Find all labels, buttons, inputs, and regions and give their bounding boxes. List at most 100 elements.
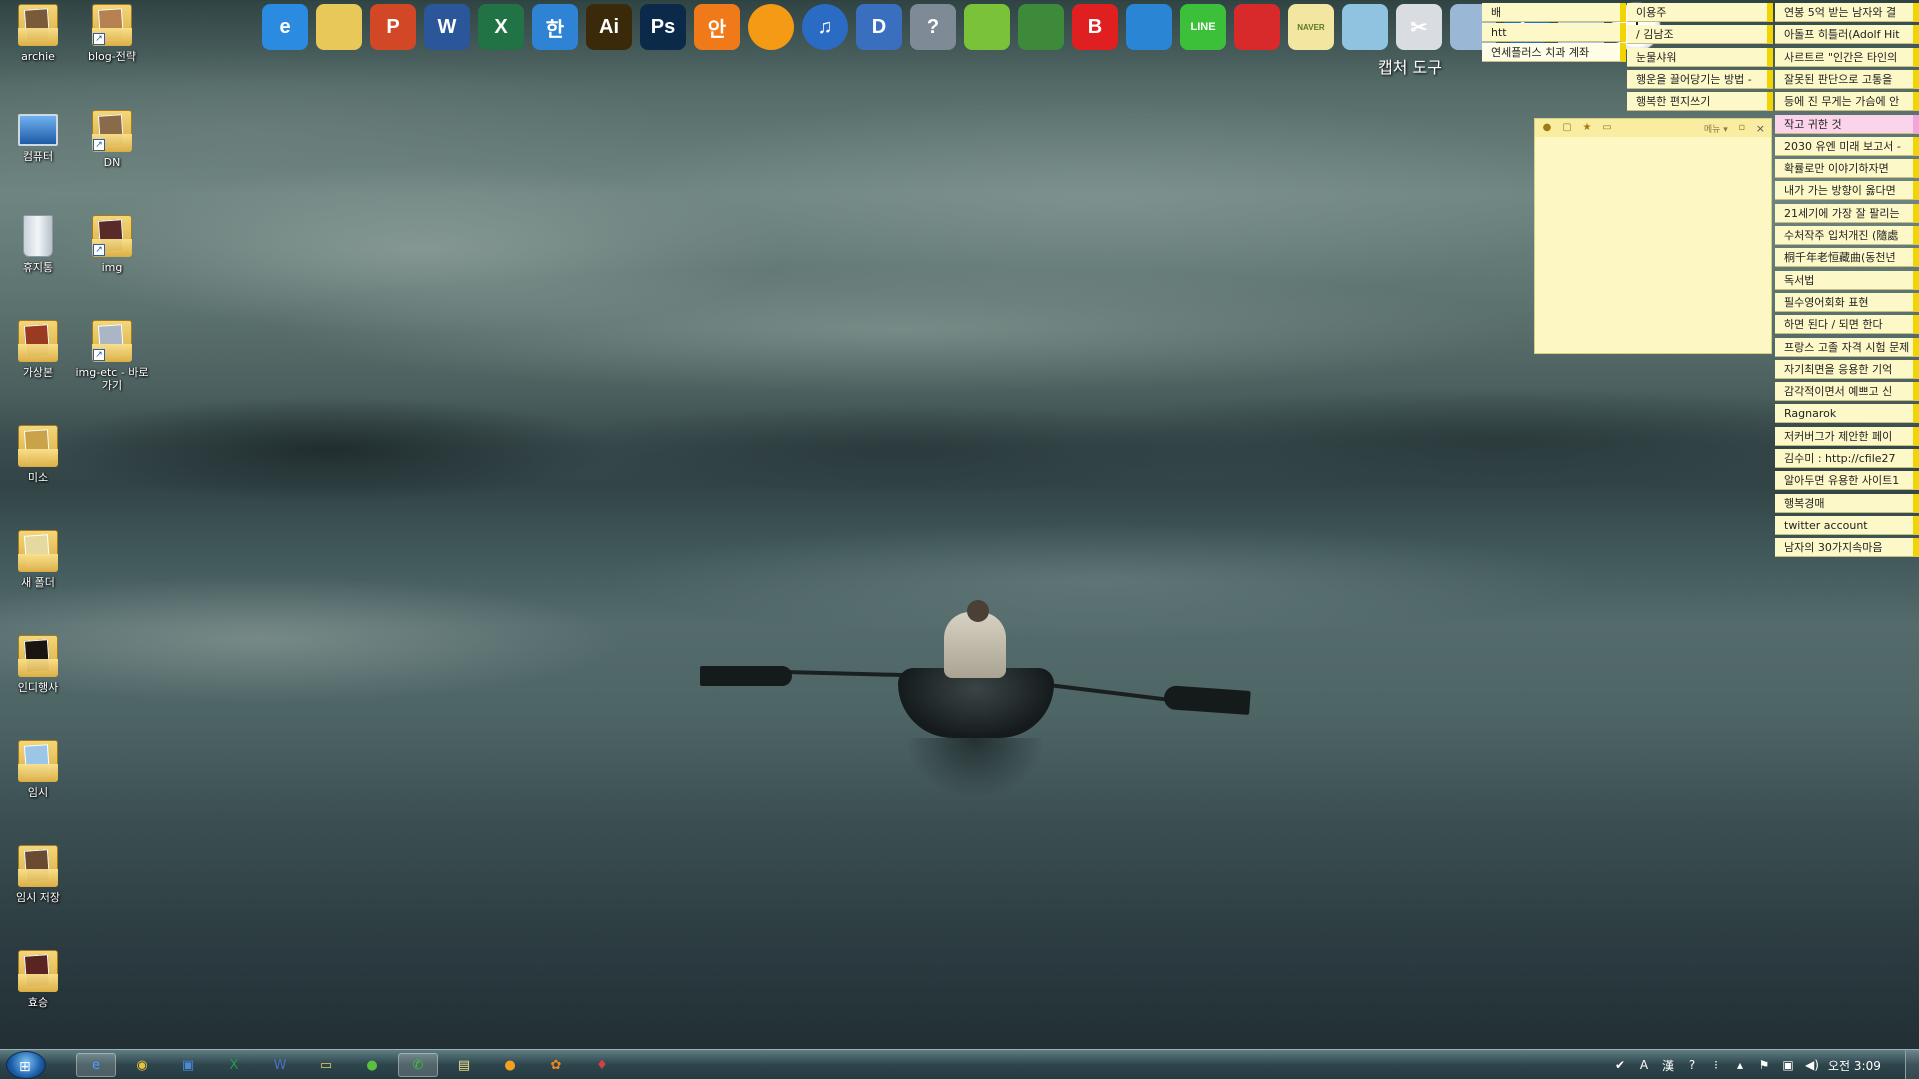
magnifier-icon[interactable]: ?: [910, 4, 956, 50]
desktop-icon[interactable]: 휴지통: [1, 215, 75, 274]
sticky-menu-button[interactable]: 메뉴 ▾: [1704, 122, 1728, 135]
sticky-note-item[interactable]: 알아두면 유용한 사이트1: [1775, 471, 1919, 491]
player-taskbar-button[interactable]: ●: [490, 1053, 530, 1077]
folder-icon[interactable]: ▭: [1601, 122, 1613, 134]
excel-taskbar-button[interactable]: X: [214, 1053, 254, 1077]
show-desktop-button[interactable]: [1905, 1050, 1919, 1079]
volume-icon[interactable]: ◀): [1804, 1058, 1820, 1072]
desktop-icon[interactable]: 가상본: [1, 320, 75, 379]
ime-mode-indicator[interactable]: A: [1636, 1058, 1652, 1072]
media-player-icon[interactable]: [748, 4, 794, 50]
kakao-taskbar-button[interactable]: ✆: [398, 1053, 438, 1077]
sticky-note-item[interactable]: 행복경매: [1775, 493, 1919, 513]
frog-app-icon[interactable]: [964, 4, 1010, 50]
desktop-icon[interactable]: 임시: [1, 740, 75, 799]
owl-app-icon[interactable]: [1234, 4, 1280, 50]
naver-memo-icon[interactable]: NAVER: [1288, 4, 1334, 50]
evernote-icon[interactable]: [1018, 4, 1064, 50]
start-button[interactable]: ⊞: [6, 1051, 46, 1079]
ie-taskbar-button[interactable]: e: [76, 1053, 116, 1077]
desktop-icon[interactable]: 효승: [1, 950, 75, 1009]
desktop-icon[interactable]: ↗ DN: [75, 110, 149, 169]
taskbar-clock[interactable]: 오전 3:09: [1828, 1057, 1881, 1074]
sticky-note-item[interactable]: 필수영어회화 표현: [1775, 292, 1919, 312]
file-explorer-icon[interactable]: [316, 4, 362, 50]
bandizip-icon[interactable]: B: [1072, 4, 1118, 50]
ime-settings-icon[interactable]: ⁝: [1708, 1058, 1724, 1072]
ime-help-icon[interactable]: ?: [1684, 1058, 1700, 1072]
sticky-note-item[interactable]: 등에 진 무게는 가슴에 안: [1775, 92, 1919, 112]
internet-explorer-icon[interactable]: e: [262, 4, 308, 50]
green-app-taskbar-button[interactable]: ●: [352, 1053, 392, 1077]
sticky-note-item[interactable]: htt: [1482, 23, 1626, 42]
sticky-note-item[interactable]: 독서법: [1775, 270, 1919, 290]
desktop-icon[interactable]: 컴퓨터: [1, 110, 75, 163]
sticky-note-item[interactable]: twitter account: [1775, 515, 1919, 535]
sticky-note-item[interactable]: 연봉 5억 받는 남자와 결: [1775, 3, 1919, 22]
sticky-note-item[interactable]: 프랑스 고졸 자격 시험 문제: [1775, 337, 1919, 357]
hangul-icon[interactable]: 한: [532, 4, 578, 50]
eraser-icon[interactable]: [1342, 4, 1388, 50]
show-hidden-icons-icon[interactable]: ▴: [1732, 1058, 1748, 1072]
sticky-note-item[interactable]: / 김남조: [1627, 25, 1773, 45]
photoshop-icon[interactable]: Ps: [640, 4, 686, 50]
video-editor-icon[interactable]: D: [856, 4, 902, 50]
orange-app-taskbar-button[interactable]: ✿: [536, 1053, 576, 1077]
network-icon[interactable]: ▣: [1780, 1058, 1796, 1072]
sticky-note-item[interactable]: 감각적이면서 예쁘고 신: [1775, 382, 1919, 402]
desktop-icon[interactable]: ↗ img: [75, 215, 149, 274]
explorer-taskbar-button[interactable]: ▭: [306, 1053, 346, 1077]
sticky-note-item[interactable]: 아돌프 히틀러(Adolf Hit: [1775, 25, 1919, 45]
restore-icon[interactable]: ▫: [1736, 122, 1748, 134]
sticky-note-item[interactable]: Ragnarok: [1775, 404, 1919, 424]
line-icon[interactable]: LINE: [1180, 4, 1226, 50]
ahnlab-icon[interactable]: 안: [694, 4, 740, 50]
app-blue-taskbar-button[interactable]: ▣: [168, 1053, 208, 1077]
new-note-icon[interactable]: ▢: [1561, 122, 1573, 134]
itunes-icon[interactable]: ♫: [802, 4, 848, 50]
desktop-icon[interactable]: ↗ blog-전략: [75, 4, 149, 63]
desktop-icon[interactable]: archie: [1, 4, 75, 63]
hanja-indicator[interactable]: 漢: [1660, 1057, 1676, 1074]
sticky-note-item[interactable]: 행복한 편지쓰기: [1627, 92, 1773, 112]
sticky-note-item[interactable]: 배: [1482, 3, 1626, 22]
desktop-icon[interactable]: 미소: [1, 425, 75, 484]
illustrator-icon[interactable]: Ai: [586, 4, 632, 50]
sticky-note-item[interactable]: 눈물샤워: [1627, 47, 1773, 67]
sticky-note-item[interactable]: 桐千年老恒藏曲(동천년: [1775, 248, 1919, 268]
capture-tool-label[interactable]: 캡처 도구: [1378, 54, 1442, 78]
sticky-note-item[interactable]: 자기최면을 응용한 기억: [1775, 359, 1919, 379]
sticky-note-item[interactable]: 내가 가는 방향이 옳다면: [1775, 181, 1919, 201]
sticky-note-item[interactable]: 작고 귀한 것: [1775, 114, 1919, 134]
desktop-icon[interactable]: ↗ img-etc - 바로 가기: [75, 320, 149, 392]
search-icon[interactable]: ●: [1541, 122, 1553, 134]
sticky-note-item[interactable]: 2030 유엔 미래 보고서 -: [1775, 136, 1919, 156]
word-icon[interactable]: W: [424, 4, 470, 50]
close-icon[interactable]: ×: [1756, 122, 1765, 135]
desktop-icon[interactable]: 임시 저장: [1, 845, 75, 904]
sticky-note-item[interactable]: 이용주: [1627, 3, 1773, 22]
shield-icon[interactable]: ✔: [1612, 1058, 1628, 1072]
sticky-note-item[interactable]: 사르트르 "인간은 타인의: [1775, 47, 1919, 67]
chrome-taskbar-button[interactable]: ◉: [122, 1053, 162, 1077]
star-icon[interactable]: ★: [1581, 122, 1593, 134]
desktop-icon[interactable]: 인디행사: [1, 635, 75, 694]
sticky-note-panel[interactable]: ● ▢ ★ ▭ 메뉴 ▾ ▫ ×: [1534, 118, 1772, 354]
capture-tool-icon[interactable]: ✂: [1396, 4, 1442, 50]
excel-icon[interactable]: X: [478, 4, 524, 50]
puzzle-icon[interactable]: [1126, 4, 1172, 50]
sticky-note-item[interactable]: 연세플러스 치과 계좌: [1482, 43, 1626, 62]
sticky-note-item[interactable]: 저커버그가 제안한 페이: [1775, 426, 1919, 446]
sticky-note-item[interactable]: 행운을 끌어당기는 방법 -: [1627, 69, 1773, 89]
powerpoint-icon[interactable]: P: [370, 4, 416, 50]
red-app-taskbar-button[interactable]: ♦: [582, 1053, 622, 1077]
sticky-note-item[interactable]: 김수미 : http://cfile27: [1775, 449, 1919, 468]
desktop-icon[interactable]: 새 폴더: [1, 530, 75, 589]
sticky-note-item[interactable]: 하면 된다 / 되면 한다: [1775, 315, 1919, 335]
sticky-note-item[interactable]: 21세기에 가장 잘 팔리는: [1775, 203, 1919, 223]
sticky-note-item[interactable]: 확률로만 이야기하자면: [1775, 159, 1919, 179]
action-center-flag-icon[interactable]: ⚑: [1756, 1058, 1772, 1072]
sticky-note-item[interactable]: 남자의 30가지속마음: [1775, 538, 1919, 558]
notes-taskbar-button[interactable]: ▤: [444, 1053, 484, 1077]
sticky-note-item[interactable]: 수처작주 입처개진 (隨處: [1775, 226, 1919, 245]
